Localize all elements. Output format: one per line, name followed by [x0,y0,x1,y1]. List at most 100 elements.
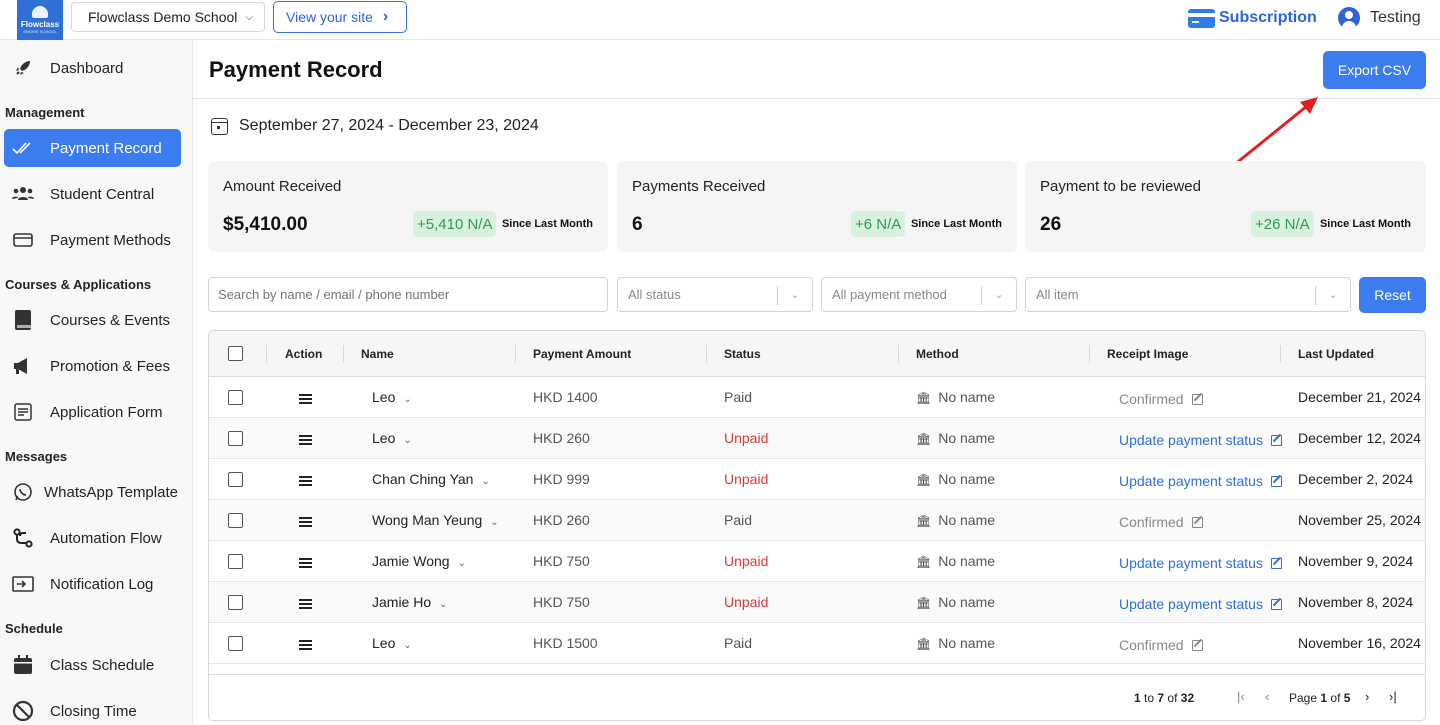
row-receipt-confirmed[interactable]: Confirmed [1119,637,1203,653]
column-divider [266,345,267,363]
school-name: Flowclass Demo School [88,9,238,25]
column-header-status[interactable]: Status [724,347,761,361]
row-update-payment-status-link[interactable]: Update payment status [1119,555,1282,571]
row-checkbox[interactable] [228,636,243,651]
column-divider [1280,345,1281,363]
flowclass-logo[interactable]: Flowclass ENGINE SCHOOL [17,0,63,40]
row-name[interactable]: Jamie Wong ⌄ [372,553,466,569]
view-site-button[interactable]: View your site › [273,1,407,33]
select-divider [777,286,778,305]
sidebar-item-promotion-fees[interactable]: Promotion & Fees [4,347,181,385]
sidebar-item-label: Courses & Events [50,311,171,329]
status-filter-select[interactable]: All status ⌄ [617,277,813,312]
book-icon [12,309,34,331]
page-header: Payment Record Export CSV [193,40,1440,99]
bank-icon: 🏛 [916,637,932,651]
row-name[interactable]: Leo ⌄ [372,635,412,651]
chevron-down-icon: ⌄ [790,288,800,301]
hamburger-menu-icon[interactable] [299,476,312,486]
row-method: 🏛 No name [916,389,996,405]
sidebar-item-label: Payment Record [50,139,162,157]
stat-delta-badge: +26 N/A [1251,211,1314,237]
sidebar-item-whatsapp-template[interactable]: WhatsApp Template [4,473,181,511]
column-header-amount[interactable]: Payment Amount [533,347,631,361]
row-receipt-confirmed[interactable]: Confirmed [1119,514,1203,530]
logo-brand: Flowclass [20,20,60,29]
column-header-last-updated[interactable]: Last Updated [1298,347,1374,361]
row-receipt-confirmed[interactable]: Confirmed [1119,391,1203,407]
hamburger-menu-icon[interactable] [299,394,312,404]
select-value: All item [1036,287,1079,302]
export-csv-button[interactable]: Export CSV [1323,51,1426,89]
row-update-payment-status-link[interactable]: Update payment status [1119,473,1282,489]
subscription-link[interactable]: Subscription [1188,6,1317,30]
row-amount: HKD 999 [533,471,590,487]
row-name[interactable]: Wong Man Yeung ⌄ [372,512,499,528]
row-last-updated: November 8, 2024 [1298,594,1414,610]
sidebar-item-notification-log[interactable]: Notification Log [4,565,181,603]
date-range-picker[interactable]: September 27, 2024 - December 23, 2024 [211,116,539,136]
table-row: Leo ⌄ HKD 1500 Paid 🏛 No name Confirmed No… [209,623,1425,664]
sidebar-item-dashboard[interactable]: Dashboard [4,49,181,87]
user-menu[interactable]: Testing [1338,6,1421,30]
column-header-name[interactable]: Name [361,347,394,361]
reset-button[interactable]: Reset [1359,277,1426,313]
bank-icon: 🏛 [916,432,932,446]
credit-card-icon [1188,8,1215,28]
edit-icon [1191,517,1203,528]
row-checkbox[interactable] [228,554,243,569]
sidebar-item-application-form[interactable]: Application Form [4,393,181,431]
hamburger-menu-icon[interactable] [299,558,312,568]
sidebar-item-payment-methods[interactable]: Payment Methods [4,221,181,259]
stat-delta-badge: +6 N/A [851,211,906,237]
last-page-icon[interactable]: ›| [1389,689,1397,704]
row-update-payment-status-link[interactable]: Update payment status [1119,596,1282,612]
row-name[interactable]: Leo ⌄ [372,430,412,446]
chevron-down-icon: ⌄ [481,476,490,487]
row-last-updated: December 21, 2024 [1298,389,1421,405]
logo-tag: ENGINE SCHOOL [23,29,57,34]
row-last-updated: November 9, 2024 [1298,553,1414,569]
sidebar-item-label: Promotion & Fees [50,357,171,375]
table-row: Leo ⌄ HKD 260 Unpaid 🏛 No name Update paym… [209,418,1425,459]
row-last-updated: December 2, 2024 [1298,471,1414,487]
sidebar-item-label: Application Form [50,403,163,421]
row-checkbox[interactable] [228,390,243,405]
hamburger-menu-icon[interactable] [299,640,312,650]
row-update-payment-status-link[interactable]: Update payment status [1119,432,1282,448]
sidebar-item-automation-flow[interactable]: Automation Flow [4,519,181,557]
next-page-icon[interactable]: › [1365,689,1369,704]
payment-method-filter-select[interactable]: All payment method ⌄ [821,277,1017,312]
sidebar-item-closing-time[interactable]: Closing Time [4,692,181,725]
row-name[interactable]: Leo ⌄ [372,389,412,405]
row-method: 🏛 No name [916,553,996,569]
inbox-arrow-icon [12,573,34,595]
hamburger-menu-icon[interactable] [299,517,312,527]
sidebar-item-student-central[interactable]: Student Central [4,175,181,213]
item-filter-select[interactable]: All item ⌄ [1025,277,1351,312]
row-checkbox[interactable] [228,431,243,446]
row-method: 🏛 No name [916,635,996,651]
column-header-method[interactable]: Method [916,347,959,361]
row-checkbox[interactable] [228,472,243,487]
hamburger-menu-icon[interactable] [299,435,312,445]
select-value: All status [628,287,681,302]
row-checkbox[interactable] [228,513,243,528]
select-divider [981,286,982,305]
chevron-down-icon: ⌄ [403,435,412,446]
row-name[interactable]: Jamie Ho ⌄ [372,594,448,610]
select-all-checkbox[interactable] [228,346,243,361]
row-name[interactable]: Chan Ching Yan ⌄ [372,471,490,487]
previous-page-icon[interactable]: ‹ [1265,689,1269,704]
sidebar-item-class-schedule[interactable]: Class Schedule [4,646,181,684]
stat-value: 6 [632,214,643,235]
row-checkbox[interactable] [228,595,243,610]
school-selector[interactable]: Flowclass Demo School ⌵ [71,2,265,32]
sidebar-item-payment-record[interactable]: Payment Record [4,129,181,167]
sidebar-item-courses-events[interactable]: Courses & Events [4,301,181,339]
logo-mark-icon [32,6,48,18]
search-input[interactable] [208,277,608,312]
row-method: 🏛 No name [916,430,996,446]
first-page-icon[interactable]: |‹ [1237,689,1245,704]
hamburger-menu-icon[interactable] [299,599,312,609]
